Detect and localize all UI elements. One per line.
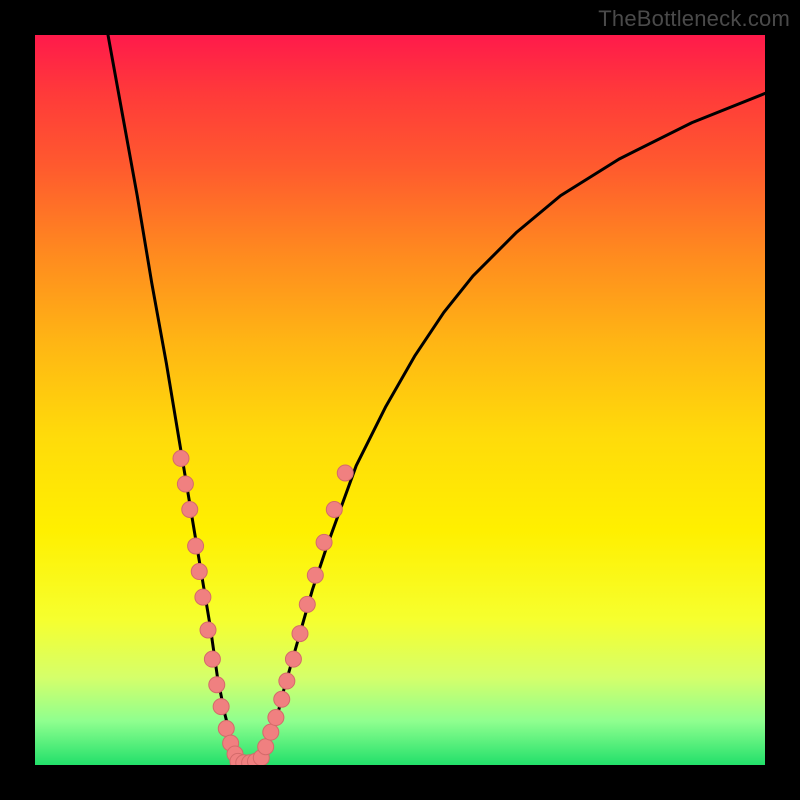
data-marker: [191, 564, 207, 580]
data-marker: [299, 596, 315, 612]
data-marker: [263, 724, 279, 740]
data-marker: [307, 567, 323, 583]
data-marker: [337, 465, 353, 481]
data-marker: [258, 739, 274, 755]
data-marker: [316, 534, 332, 550]
data-marker: [177, 476, 193, 492]
chart-overlay: [35, 35, 765, 765]
data-marker: [200, 622, 216, 638]
data-marker: [292, 626, 308, 642]
plot-area: [35, 35, 765, 765]
data-marker: [182, 502, 198, 518]
data-marker: [285, 651, 301, 667]
data-marker: [279, 673, 295, 689]
data-marker: [209, 677, 225, 693]
data-marker: [274, 691, 290, 707]
data-marker: [268, 710, 284, 726]
data-marker: [218, 721, 234, 737]
data-marker: [326, 502, 342, 518]
chart-frame: TheBottleneck.com: [0, 0, 800, 800]
data-marker: [213, 699, 229, 715]
watermark-text: TheBottleneck.com: [598, 6, 790, 32]
data-marker: [173, 450, 189, 466]
data-marker: [195, 589, 211, 605]
data-marker: [204, 651, 220, 667]
data-marker: [188, 538, 204, 554]
